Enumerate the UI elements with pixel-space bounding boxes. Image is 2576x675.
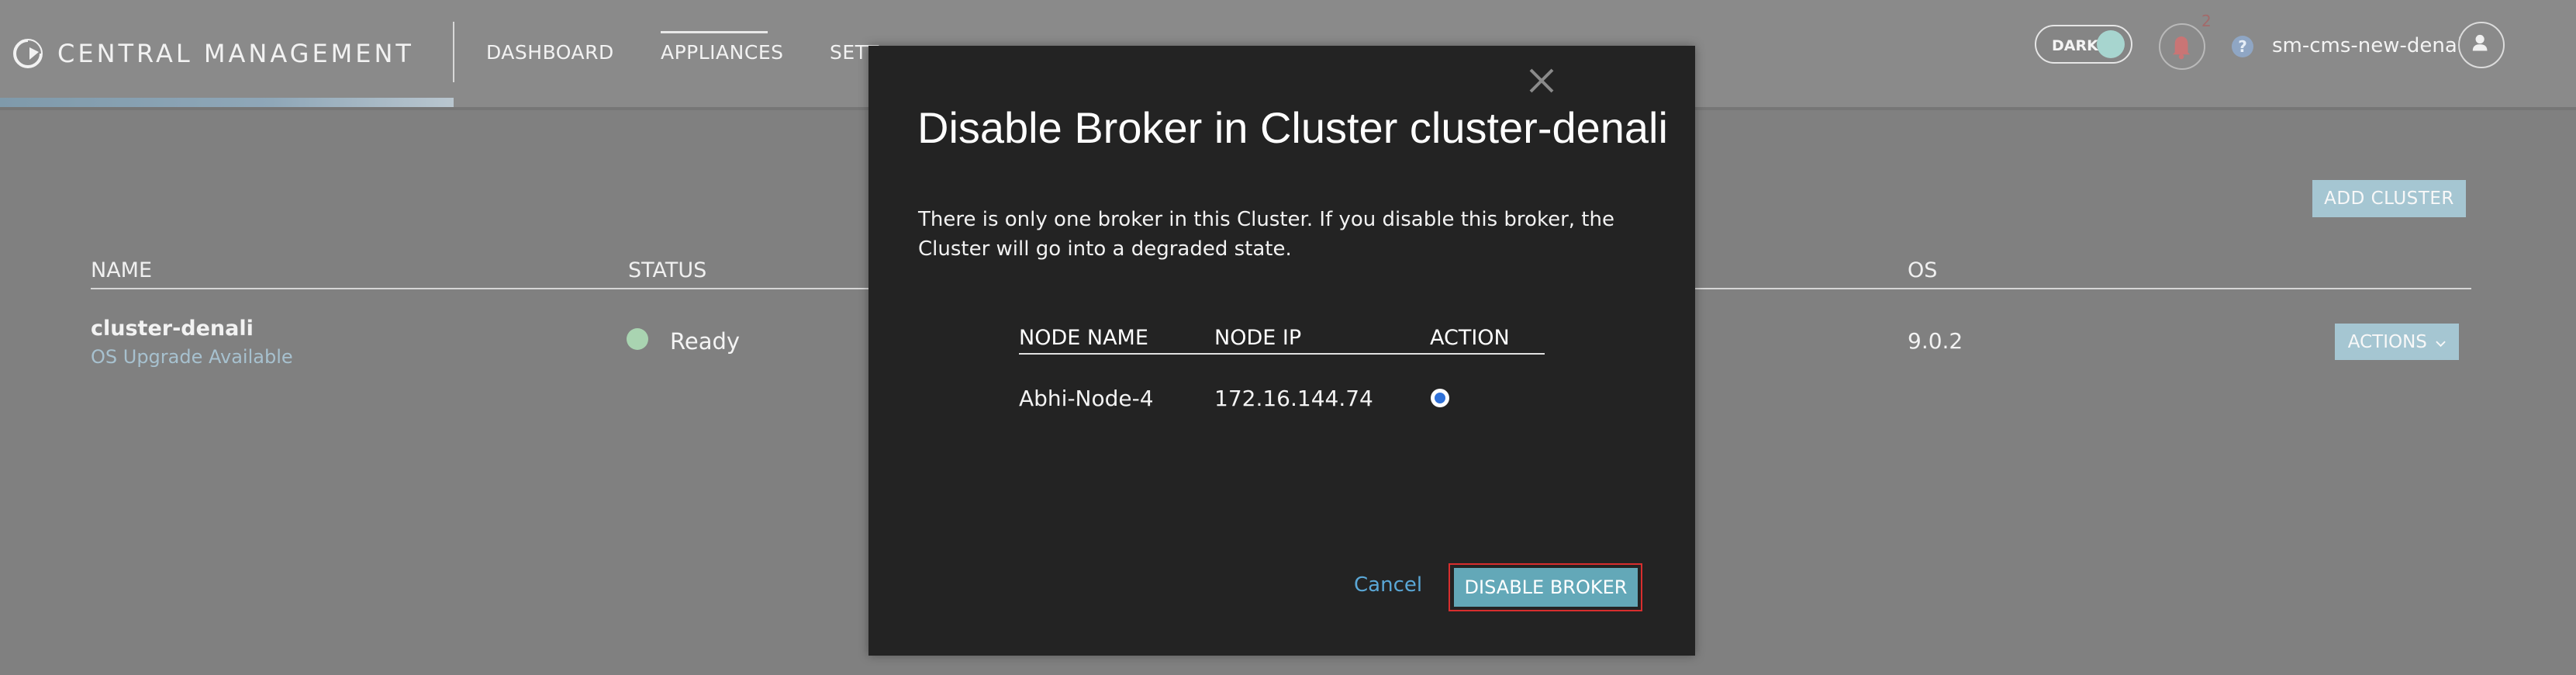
cancel-button[interactable]: Cancel — [1354, 573, 1422, 597]
table-header-action: ACTION — [1430, 326, 1510, 350]
cluster-status: Ready — [670, 328, 741, 355]
toggle-knob — [2097, 30, 2125, 58]
cluster-os-version: 9.0.2 — [1908, 328, 1963, 354]
notification-count: 2 — [2201, 12, 2212, 30]
nav-active-indicator — [661, 31, 768, 33]
node-ip-cell: 172.16.144.74 — [1214, 386, 1373, 411]
close-icon[interactable] — [1528, 67, 1556, 95]
node-table-divider — [1019, 353, 1545, 355]
actions-dropdown-button[interactable]: ACTIONS — [2335, 324, 2459, 360]
dark-mode-label: DARK — [2052, 37, 2098, 54]
column-header-status: STATUS — [628, 258, 707, 282]
node-select-radio[interactable] — [1431, 389, 1449, 407]
brand-divider — [453, 22, 454, 82]
actions-label: ACTIONS — [2347, 331, 2427, 352]
dark-mode-toggle[interactable]: DARK — [2035, 25, 2132, 64]
column-header-name: NAME — [91, 258, 153, 282]
status-ready-indicator — [627, 328, 648, 350]
column-header-os: OS — [1908, 258, 1938, 282]
disable-broker-button[interactable]: DISABLE BROKER — [1454, 568, 1638, 607]
chevron-down-icon — [2436, 341, 2446, 347]
node-name-cell: Abhi-Node-4 — [1019, 386, 1154, 411]
bell-icon — [2172, 36, 2191, 60]
user-avatar[interactable] — [2458, 22, 2505, 68]
os-upgrade-link[interactable]: OS Upgrade Available — [91, 346, 293, 368]
dialog-title: Disable Broker in Cluster cluster-denali — [917, 103, 1668, 152]
brand[interactable]: CENTRAL MANAGEMENT — [11, 34, 414, 73]
help-icon[interactable]: ? — [2232, 36, 2253, 57]
table-header-node-ip: NODE IP — [1214, 326, 1302, 350]
nav-appliances[interactable]: APPLIANCES — [661, 41, 783, 64]
cluster-name[interactable]: cluster-denali — [91, 317, 254, 341]
username[interactable]: sm-cms-new-denali — [2272, 34, 2468, 57]
notifications-button[interactable] — [2159, 23, 2205, 70]
user-avatar-icon — [2472, 34, 2488, 51]
loading-progress-strip — [0, 98, 454, 107]
brand-logo-icon — [13, 39, 43, 68]
table-header-node-name: NODE NAME — [1019, 326, 1148, 350]
nav-dashboard[interactable]: DASHBOARD — [486, 41, 614, 64]
brand-name: CENTRAL MANAGEMENT — [57, 39, 414, 68]
dialog-message: There is only one broker in this Cluster… — [918, 208, 1614, 261]
add-cluster-button[interactable]: ADD CLUSTER — [2312, 180, 2466, 217]
